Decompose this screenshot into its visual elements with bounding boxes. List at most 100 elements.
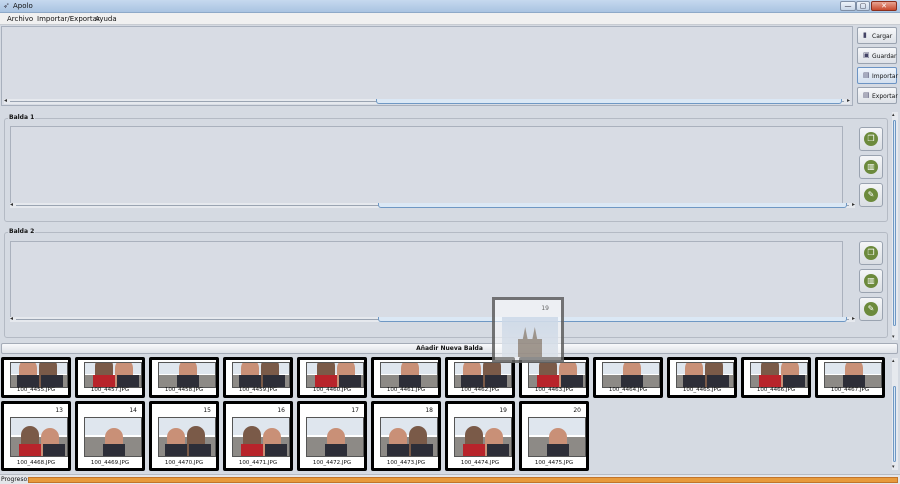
thumbnail-number: 15 (203, 407, 211, 414)
scroll-thumb[interactable] (376, 99, 842, 104)
thumbnail-number: 16 (277, 407, 285, 414)
thumbnail-photo (676, 362, 734, 388)
menu-importar-exportar[interactable]: Importar/Exportar (37, 15, 100, 23)
thumbnail-number: 17 (351, 407, 359, 414)
gallery-thumbnail[interactable]: 100_4463.JPG (519, 357, 589, 398)
thumbnail-filename: 100_4470.JPG (164, 460, 204, 466)
thumbnail-filename: 100_4457.JPG (90, 387, 130, 393)
shelf-1-hscroll[interactable]: ◂ ▸ (10, 201, 855, 208)
gallery-vscroll[interactable]: ▴ ▾ (892, 358, 898, 470)
menu-archivo[interactable]: Archivo (7, 15, 33, 23)
delete-icon: ▥ (864, 274, 878, 288)
thumbnail-photo (602, 362, 660, 388)
progress-bar (28, 477, 898, 483)
gallery-thumbnail[interactable]: 100_4455.JPG (1, 357, 71, 398)
thumbnail-filename: 100_4471.JPG (238, 460, 278, 466)
shelf-2-area[interactable] (10, 241, 843, 319)
thumbnail-filename: 100_4466.JPG (756, 387, 796, 393)
shelf-1-area[interactable] (10, 126, 843, 205)
top-panel: ◂ ▸ (1, 26, 853, 106)
gallery-thumbnail[interactable]: 16 100_4471.JPG (223, 401, 293, 471)
gallery-thumbnail[interactable]: 100_4462.JPG (445, 357, 515, 398)
thumbnail-filename: 100_4460.JPG (312, 387, 352, 393)
thumbnail-photo (84, 362, 142, 388)
exportar-button[interactable]: ▤ Exportar (857, 87, 898, 104)
gallery-thumbnail[interactable]: 14 100_4469.JPG (75, 401, 145, 471)
minimize-button[interactable]: — (840, 1, 856, 11)
thumbnail-photo (824, 362, 882, 388)
thumbnail-filename: 100_4459.JPG (238, 387, 278, 393)
shelf-2-copy-button[interactable]: ❐ (859, 241, 883, 265)
export-icon: ▤ (863, 91, 870, 99)
maximize-button[interactable]: ▢ (856, 1, 870, 11)
thumbnail-photo (84, 417, 142, 457)
thumbnail-filename: 100_4467.JPG (830, 387, 870, 393)
shelf-1-copy-button[interactable]: ❐ (859, 127, 883, 151)
thumbnail-filename: 100_4458.JPG (164, 387, 204, 393)
thumbnail-photo (306, 362, 364, 388)
gallery-thumbnail[interactable]: 19 100_4474.JPG (445, 401, 515, 471)
gallery-thumbnail[interactable]: 100_4460.JPG (297, 357, 367, 398)
thumbnail-filename: 100_4475.JPG (534, 460, 574, 466)
gallery-thumbnail[interactable]: 100_4467.JPG (815, 357, 885, 398)
gallery-thumbnail[interactable]: 100_4465.JPG (667, 357, 737, 398)
thumbnail-number: 20 (573, 407, 581, 414)
shelf-1-delete-button[interactable]: ▥ (859, 155, 883, 179)
edit-icon: ✎ (864, 188, 878, 202)
title-bar: ➶ Apolo — ▢ ✕ (0, 0, 900, 13)
thumbnail-filename: 100_4461.JPG (386, 387, 426, 393)
importar-button[interactable]: ▤ Importar (857, 67, 898, 84)
thumbnail-photo (454, 362, 512, 388)
gallery-thumbnail[interactable]: 100_4459.JPG (223, 357, 293, 398)
thumbnail-photo (528, 417, 586, 457)
thumbnail-photo (232, 417, 290, 457)
thumbnail-photo (232, 362, 290, 388)
thumbnail-filename: 100_4462.JPG (460, 387, 500, 393)
thumbnail-filename: 100_4472.JPG (312, 460, 352, 466)
gallery-thumbnail[interactable]: 100_4464.JPG (593, 357, 663, 398)
shelf-2-edit-button[interactable]: ✎ (859, 297, 883, 321)
import-icon: ▤ (863, 71, 870, 79)
shelf-2-hscroll[interactable]: ◂ ▸ (10, 315, 855, 322)
thumbnail-photo (306, 417, 364, 457)
thumbnail-photo (528, 362, 586, 388)
window-title: Apolo (13, 2, 33, 10)
gallery-thumbnail[interactable]: 100_4457.JPG (75, 357, 145, 398)
add-shelf-button[interactable]: Añadir Nueva Balda (1, 343, 898, 354)
thumbnail-number: 19 (499, 407, 507, 414)
gallery-thumbnail[interactable]: 13 100_4468.JPG (1, 401, 71, 471)
thumbnail-photo (158, 417, 216, 457)
gallery-thumbnail[interactable]: 100_4458.JPG (149, 357, 219, 398)
top-hscroll[interactable]: ◂ ▸ (4, 97, 850, 104)
dragged-thumbnail[interactable]: 19 (492, 297, 564, 363)
cargar-button[interactable]: ▮ Cargar (857, 27, 897, 44)
thumbnail-filename: 100_4473.JPG (386, 460, 426, 466)
folder-icon: ▮ (863, 31, 867, 39)
thumbnail-number: 18 (425, 407, 433, 414)
shelf-2-delete-button[interactable]: ▥ (859, 269, 883, 293)
thumbnail-filename: 100_4468.JPG (16, 460, 56, 466)
thumbnail-photo (380, 417, 438, 457)
menu-bar: Archivo Importar/Exportar Ayuda (0, 13, 900, 25)
thumbnail-number: 13 (55, 407, 63, 414)
gallery-thumbnail[interactable]: 15 100_4470.JPG (149, 401, 219, 471)
gallery-thumbnail[interactable]: 20 100_4475.JPG (519, 401, 589, 471)
progress-label: Progreso: (1, 476, 30, 483)
menu-ayuda[interactable]: Ayuda (95, 15, 117, 23)
thumbnail-filename: 100_4469.JPG (90, 460, 130, 466)
gallery-thumbnail[interactable]: 17 100_4472.JPG (297, 401, 367, 471)
thumbnail-photo (10, 417, 68, 457)
copy-icon: ❐ (864, 246, 878, 260)
thumbnail-filename: 100_4474.JPG (460, 460, 500, 466)
gallery-thumbnail[interactable]: 18 100_4473.JPG (371, 401, 441, 471)
shelf-2-title: Balda 2 (8, 228, 36, 235)
shelf-2: Balda 2 ◂ ▸ (4, 228, 888, 338)
close-button[interactable]: ✕ (871, 1, 897, 11)
gallery-thumbnail[interactable]: 100_4461.JPG (371, 357, 441, 398)
shelf-1-edit-button[interactable]: ✎ (859, 183, 883, 207)
thumbnail-number: 14 (129, 407, 137, 414)
gallery-thumbnail[interactable]: 100_4466.JPG (741, 357, 811, 398)
guardar-button[interactable]: ▣ Guardar (857, 47, 897, 64)
shelf-1-title: Balda 1 (8, 114, 36, 121)
shelves-vscroll[interactable]: ▴ ▾ (892, 112, 898, 340)
